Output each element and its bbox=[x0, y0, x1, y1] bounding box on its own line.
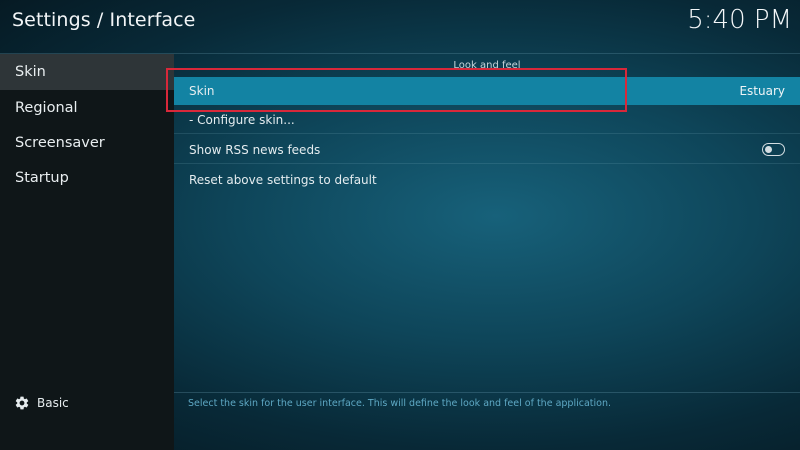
description-divider bbox=[174, 392, 800, 393]
clock: 5:40 PM bbox=[687, 5, 792, 35]
setting-show-rss-feeds[interactable]: Show RSS news feeds bbox=[174, 136, 800, 164]
sidebar-item-regional[interactable]: Regional bbox=[0, 90, 174, 126]
gear-icon bbox=[15, 396, 29, 410]
sidebar-item-startup[interactable]: Startup bbox=[0, 160, 174, 196]
section-title: Look and feel bbox=[453, 60, 521, 71]
setting-label: - Configure skin... bbox=[189, 113, 295, 127]
rss-toggle-switch[interactable] bbox=[762, 143, 785, 156]
sidebar-item-label: Screensaver bbox=[15, 135, 105, 151]
setting-label: Reset above settings to default bbox=[189, 173, 377, 187]
setting-reset-defaults[interactable]: Reset above settings to default bbox=[174, 166, 800, 194]
sidebar: Skin Regional Screensaver Startup Basic bbox=[0, 54, 174, 450]
setting-skin[interactable]: Skin Estuary bbox=[174, 77, 800, 105]
settings-window: Settings / Interface 5:40 PM Skin Region… bbox=[0, 0, 800, 450]
settings-level-label: Basic bbox=[37, 396, 69, 410]
setting-label: Show RSS news feeds bbox=[189, 143, 321, 157]
settings-panel: Look and feel Skin Estuary - Configure s… bbox=[174, 54, 800, 450]
setting-configure-skin[interactable]: - Configure skin... bbox=[174, 106, 800, 134]
setting-description: Select the skin for the user interface. … bbox=[188, 398, 611, 409]
sidebar-item-label: Startup bbox=[15, 170, 69, 186]
sidebar-item-label: Skin bbox=[15, 64, 46, 80]
setting-label: Skin bbox=[189, 84, 215, 98]
sidebar-item-skin[interactable]: Skin bbox=[0, 54, 174, 90]
sidebar-item-screensaver[interactable]: Screensaver bbox=[0, 125, 174, 161]
setting-value: Estuary bbox=[739, 84, 785, 98]
sidebar-item-label: Regional bbox=[15, 100, 78, 116]
page-title: Settings / Interface bbox=[12, 9, 196, 31]
toggle-knob bbox=[765, 146, 772, 153]
settings-level-button[interactable]: Basic bbox=[14, 393, 69, 413]
